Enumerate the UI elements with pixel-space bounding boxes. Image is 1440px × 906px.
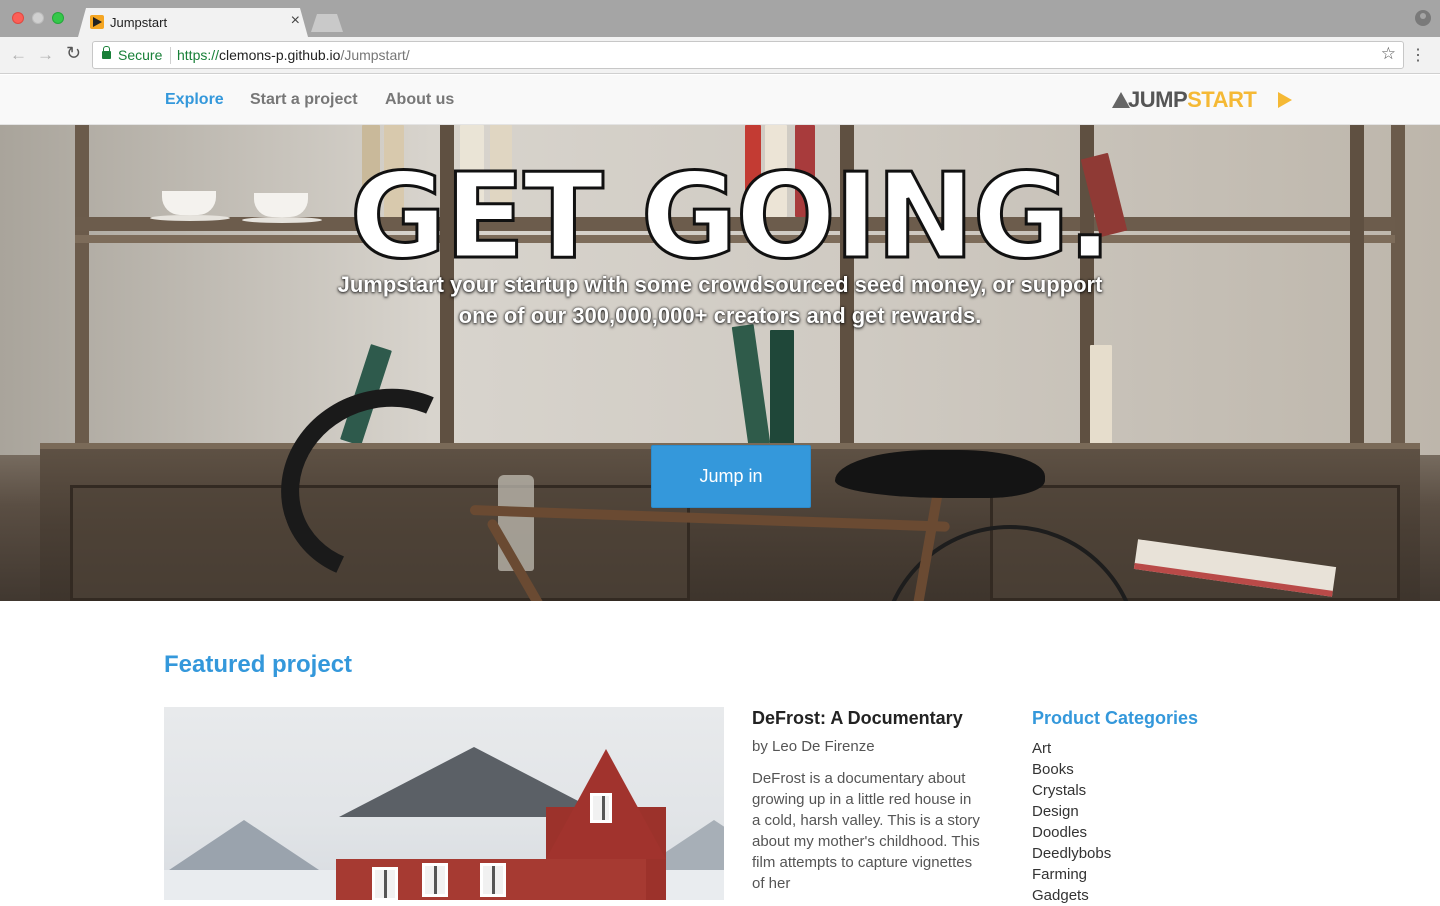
- nav-explore-link[interactable]: Explore: [165, 91, 224, 109]
- hero-book: [770, 330, 794, 445]
- window-close-button[interactable]: [12, 12, 24, 24]
- url-path: /Jumpstart/: [340, 47, 410, 63]
- window-maximize-button[interactable]: [52, 12, 64, 24]
- nav-start-project-link[interactable]: Start a project: [250, 91, 358, 109]
- window-minimize-button[interactable]: [32, 12, 44, 24]
- category-item-doodles[interactable]: Doodles: [1032, 822, 1111, 843]
- hero-book: [1090, 345, 1112, 445]
- project-description: DeFrost is a documentary about growing u…: [752, 770, 980, 892]
- site-navbar: Explore Start a project About us JUMPSTA…: [0, 75, 1440, 125]
- featured-project-image[interactable]: [164, 707, 724, 900]
- url-text[interactable]: https://clemons-p.github.io/Jumpstart/: [177, 47, 410, 63]
- jumpstart-logo[interactable]: JUMPSTART: [1112, 87, 1292, 113]
- project-author: by Leo De Firenze: [752, 738, 875, 755]
- hero-title: GET GOING.: [0, 146, 1440, 287]
- browser-menu-icon[interactable]: ⋮: [1410, 45, 1426, 65]
- favicon-icon: [90, 15, 104, 29]
- category-item-gadgets[interactable]: Gadgets: [1032, 885, 1111, 906]
- nav-about-us-link[interactable]: About us: [385, 91, 454, 109]
- back-arrow-icon[interactable]: ←: [10, 45, 27, 65]
- product-categories-heading: Product Categories: [1032, 708, 1199, 728]
- image-house-window: [422, 863, 448, 897]
- url-divider: [170, 47, 171, 64]
- logo-text-dark: JUMP: [1128, 87, 1188, 112]
- browser-toolbar: ← → ↻ Secure https://clemons-p.github.io…: [0, 37, 1440, 74]
- hero-title-text: GET GOING.: [348, 146, 1114, 287]
- forward-arrow-icon[interactable]: →: [37, 45, 54, 65]
- hero-section: GET GOING. Jumpstart your startup with s…: [0, 125, 1440, 601]
- image-house-window: [372, 867, 398, 900]
- project-title[interactable]: DeFrost: A Documentary: [752, 708, 963, 729]
- lock-icon: [102, 46, 111, 59]
- hero-subtitle: Jumpstart your startup with some crowdso…: [0, 269, 1440, 331]
- category-item-design[interactable]: Design: [1032, 801, 1111, 822]
- jump-in-button[interactable]: Jump in: [651, 445, 811, 508]
- logo-text-gold: START: [1187, 87, 1257, 112]
- address-bar[interactable]: Secure https://clemons-p.github.io/Jumps…: [92, 41, 1404, 69]
- category-item-art[interactable]: Art: [1032, 738, 1111, 759]
- browser-tab-bar: Jumpstart ×: [0, 0, 1440, 37]
- secure-label: Secure: [118, 47, 163, 63]
- category-item-farming[interactable]: Farming: [1032, 864, 1111, 885]
- category-item-crystals[interactable]: Crystals: [1032, 780, 1111, 801]
- profile-icon[interactable]: [1415, 10, 1431, 26]
- new-tab-button[interactable]: [311, 14, 343, 32]
- tab-close-icon[interactable]: ×: [291, 12, 300, 30]
- reload-icon[interactable]: ↻: [66, 43, 81, 64]
- url-scheme: https://: [177, 47, 220, 63]
- category-item-books[interactable]: Books: [1032, 759, 1111, 780]
- logo-play-icon: [1278, 92, 1292, 108]
- bookmark-star-icon[interactable]: ☆: [1381, 44, 1396, 64]
- image-house-window: [480, 863, 506, 897]
- image-house-window: [590, 793, 612, 823]
- hero-subtitle-line2: one of our 300,000,000+ creators and get…: [458, 303, 982, 328]
- tab-title: Jumpstart: [110, 15, 168, 30]
- hero-subtitle-line1: Jumpstart your startup with some crowdso…: [337, 272, 1103, 297]
- product-categories-list: Art Books Crystals Design Doodles Deedly…: [1032, 738, 1111, 906]
- browser-tab[interactable]: Jumpstart ×: [78, 8, 308, 37]
- hero-bike-saddle: [835, 450, 1045, 498]
- url-host: clemons-p.github.io: [219, 47, 341, 63]
- featured-project-heading: Featured project: [164, 651, 353, 678]
- category-item-deedlybobs[interactable]: Deedlybobs: [1032, 843, 1111, 864]
- logo-text: JUMPSTART: [1128, 87, 1257, 113]
